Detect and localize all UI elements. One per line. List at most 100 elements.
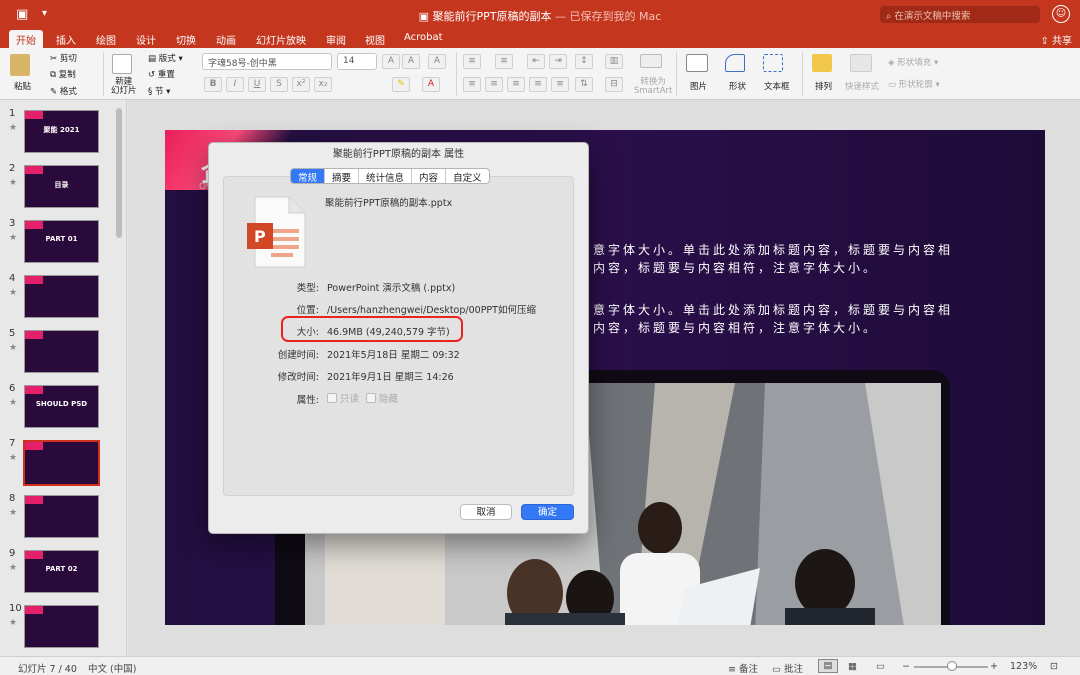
- hidden-checkbox[interactable]: 隐藏: [366, 391, 398, 405]
- shape-button[interactable]: 形状: [729, 80, 746, 92]
- normal-view-icon[interactable]: ▤: [818, 659, 838, 673]
- tab-statistics[interactable]: 统计信息: [358, 169, 411, 183]
- share-button[interactable]: ⇪ 共享: [1040, 32, 1072, 47]
- tab-review[interactable]: 审阅: [326, 32, 346, 47]
- smartart-icon[interactable]: [640, 54, 662, 68]
- textbox-icon[interactable]: [763, 54, 783, 72]
- superscript-icon[interactable]: x²: [292, 77, 310, 92]
- thumbnail-accent: [25, 276, 43, 284]
- slide-thumbnail-4[interactable]: [24, 275, 99, 318]
- tab-contents[interactable]: 内容: [411, 169, 445, 183]
- tab-summary[interactable]: 摘要: [324, 169, 358, 183]
- zoom-slider-thumb[interactable]: [947, 661, 957, 671]
- zoom-in-icon[interactable]: +: [990, 661, 998, 672]
- paste-icon[interactable]: [10, 54, 30, 76]
- ok-button[interactable]: 确定: [521, 504, 574, 520]
- picture-button[interactable]: 图片: [690, 80, 707, 92]
- increase-font-icon[interactable]: A: [382, 54, 400, 69]
- arrange-button[interactable]: 排列: [815, 80, 832, 92]
- shape-fill-button[interactable]: ◈ 形状填充 ▾: [888, 56, 938, 68]
- zoom-out-icon[interactable]: −: [902, 661, 910, 672]
- columns-icon[interactable]: ▥: [605, 54, 623, 69]
- distributed-icon[interactable]: ≡: [551, 77, 569, 92]
- shape-outline-button[interactable]: ▭ 形状轮廓 ▾: [888, 78, 940, 90]
- fit-to-window-icon[interactable]: ⊡: [1050, 661, 1058, 672]
- ribbon-divider: [676, 52, 677, 96]
- bullets-icon[interactable]: ≡: [463, 54, 481, 69]
- slide-thumbnail-8[interactable]: [24, 495, 99, 538]
- tab-general[interactable]: 常规: [291, 169, 325, 183]
- text-direction-icon[interactable]: ⇅: [575, 77, 593, 92]
- slide-sorter-icon[interactable]: ▦: [848, 661, 857, 672]
- tab-transitions[interactable]: 切换: [176, 32, 196, 47]
- slide-thumbnail-1[interactable]: 聚能 2021: [24, 110, 99, 153]
- slide-thumbnail-5[interactable]: [24, 330, 99, 373]
- clear-format-icon[interactable]: A: [428, 54, 446, 69]
- italic-icon[interactable]: I: [226, 77, 244, 92]
- paste-button-label[interactable]: 粘贴: [14, 80, 31, 92]
- convert-smartart-button[interactable]: 转换为 SmartArt: [634, 78, 672, 96]
- slide-thumbnail-6[interactable]: SHOULD PSD: [24, 385, 99, 428]
- align-text-icon[interactable]: ⊟: [605, 77, 623, 92]
- tab-insert[interactable]: 插入: [56, 32, 76, 47]
- align-right-icon[interactable]: ≡: [507, 77, 525, 92]
- justify-icon[interactable]: ≡: [529, 77, 547, 92]
- font-name-select[interactable]: 字魂58号-创中黑: [202, 53, 332, 70]
- underline-icon[interactable]: U: [248, 77, 266, 92]
- picture-icon[interactable]: [686, 54, 708, 72]
- textbox-button[interactable]: 文本框: [764, 80, 790, 92]
- quick-style-button[interactable]: 快速样式: [845, 80, 879, 92]
- copy-button[interactable]: ⧉ 复制: [50, 68, 76, 80]
- comments-button[interactable]: ▭ 批注: [772, 661, 803, 675]
- tab-view[interactable]: 视图: [365, 32, 385, 47]
- arrange-icon[interactable]: [812, 54, 832, 72]
- slide-thumbnail-pane: 1 ★ 聚能 2021 2 ★ 目录 3 ★ PART 01 4 ★ 5 ★ 6 ★ SHOULD PSD 7 ★…: [0, 100, 127, 656]
- notes-button[interactable]: ≡ 备注: [728, 661, 758, 675]
- shape-icon[interactable]: [725, 54, 745, 72]
- align-left-icon[interactable]: ≡: [463, 77, 481, 92]
- align-center-icon[interactable]: ≡: [485, 77, 503, 92]
- tab-slideshow[interactable]: 幻灯片放映: [256, 32, 306, 47]
- dialog-tabs: 常规 摘要 统计信息 内容 自定义: [290, 168, 490, 184]
- tab-design[interactable]: 设计: [136, 32, 156, 47]
- cancel-button[interactable]: 取消: [460, 504, 512, 520]
- slide-body-line-2: 内容，标题要与内容相符，注意字体大小。: [593, 261, 879, 275]
- reset-button[interactable]: ↺ 重置: [148, 68, 175, 80]
- slide-thumbnail-9[interactable]: PART 02: [24, 550, 99, 593]
- section-button[interactable]: § 节 ▾: [148, 85, 170, 97]
- quick-style-icon[interactable]: [850, 54, 872, 72]
- thumbnail-scrollbar[interactable]: [116, 108, 122, 238]
- line-spacing-icon[interactable]: ↕: [575, 54, 593, 69]
- decrease-font-icon[interactable]: A: [402, 54, 420, 69]
- strikethrough-icon[interactable]: S: [270, 77, 288, 92]
- feedback-smiley-icon[interactable]: ☺: [1052, 5, 1070, 23]
- new-slide-icon[interactable]: [112, 54, 132, 74]
- cut-button[interactable]: ✂ 剪切: [50, 52, 77, 64]
- format-painter-button[interactable]: ✎ 格式: [50, 85, 77, 97]
- layout-button[interactable]: ▤ 版式 ▾: [148, 52, 183, 64]
- slide-thumbnail-7[interactable]: [23, 440, 100, 486]
- readonly-checkbox[interactable]: 只读: [327, 391, 359, 405]
- language-status[interactable]: 中文 (中国): [88, 661, 136, 675]
- increase-indent-icon[interactable]: ⇥: [549, 54, 567, 69]
- subscript-icon[interactable]: x₂: [314, 77, 332, 92]
- tab-home[interactable]: 开始: [9, 30, 43, 48]
- slide-thumbnail-3[interactable]: PART 01: [24, 220, 99, 263]
- thumbnail-accent: [25, 606, 43, 614]
- search-input[interactable]: ⌕ 在演示文稿中搜索: [880, 6, 1040, 23]
- highlight-color-icon[interactable]: ✎: [392, 77, 410, 92]
- tab-animations[interactable]: 动画: [216, 32, 236, 47]
- slide-thumbnail-2[interactable]: 目录: [24, 165, 99, 208]
- numbering-icon[interactable]: ≡: [495, 54, 513, 69]
- slide-thumbnail-10[interactable]: [24, 605, 99, 648]
- font-color-icon[interactable]: A: [422, 77, 440, 92]
- font-size-select[interactable]: 14: [337, 53, 377, 70]
- decrease-indent-icon[interactable]: ⇤: [527, 54, 545, 69]
- tab-acrobat[interactable]: Acrobat: [404, 32, 443, 43]
- new-slide-button[interactable]: 新建 幻灯片: [111, 78, 137, 96]
- tab-custom[interactable]: 自定义: [445, 169, 489, 183]
- reading-view-icon[interactable]: ▭: [876, 661, 885, 672]
- bold-icon[interactable]: B: [204, 77, 222, 92]
- zoom-level[interactable]: 123%: [1010, 661, 1037, 672]
- tab-draw[interactable]: 绘图: [96, 32, 116, 47]
